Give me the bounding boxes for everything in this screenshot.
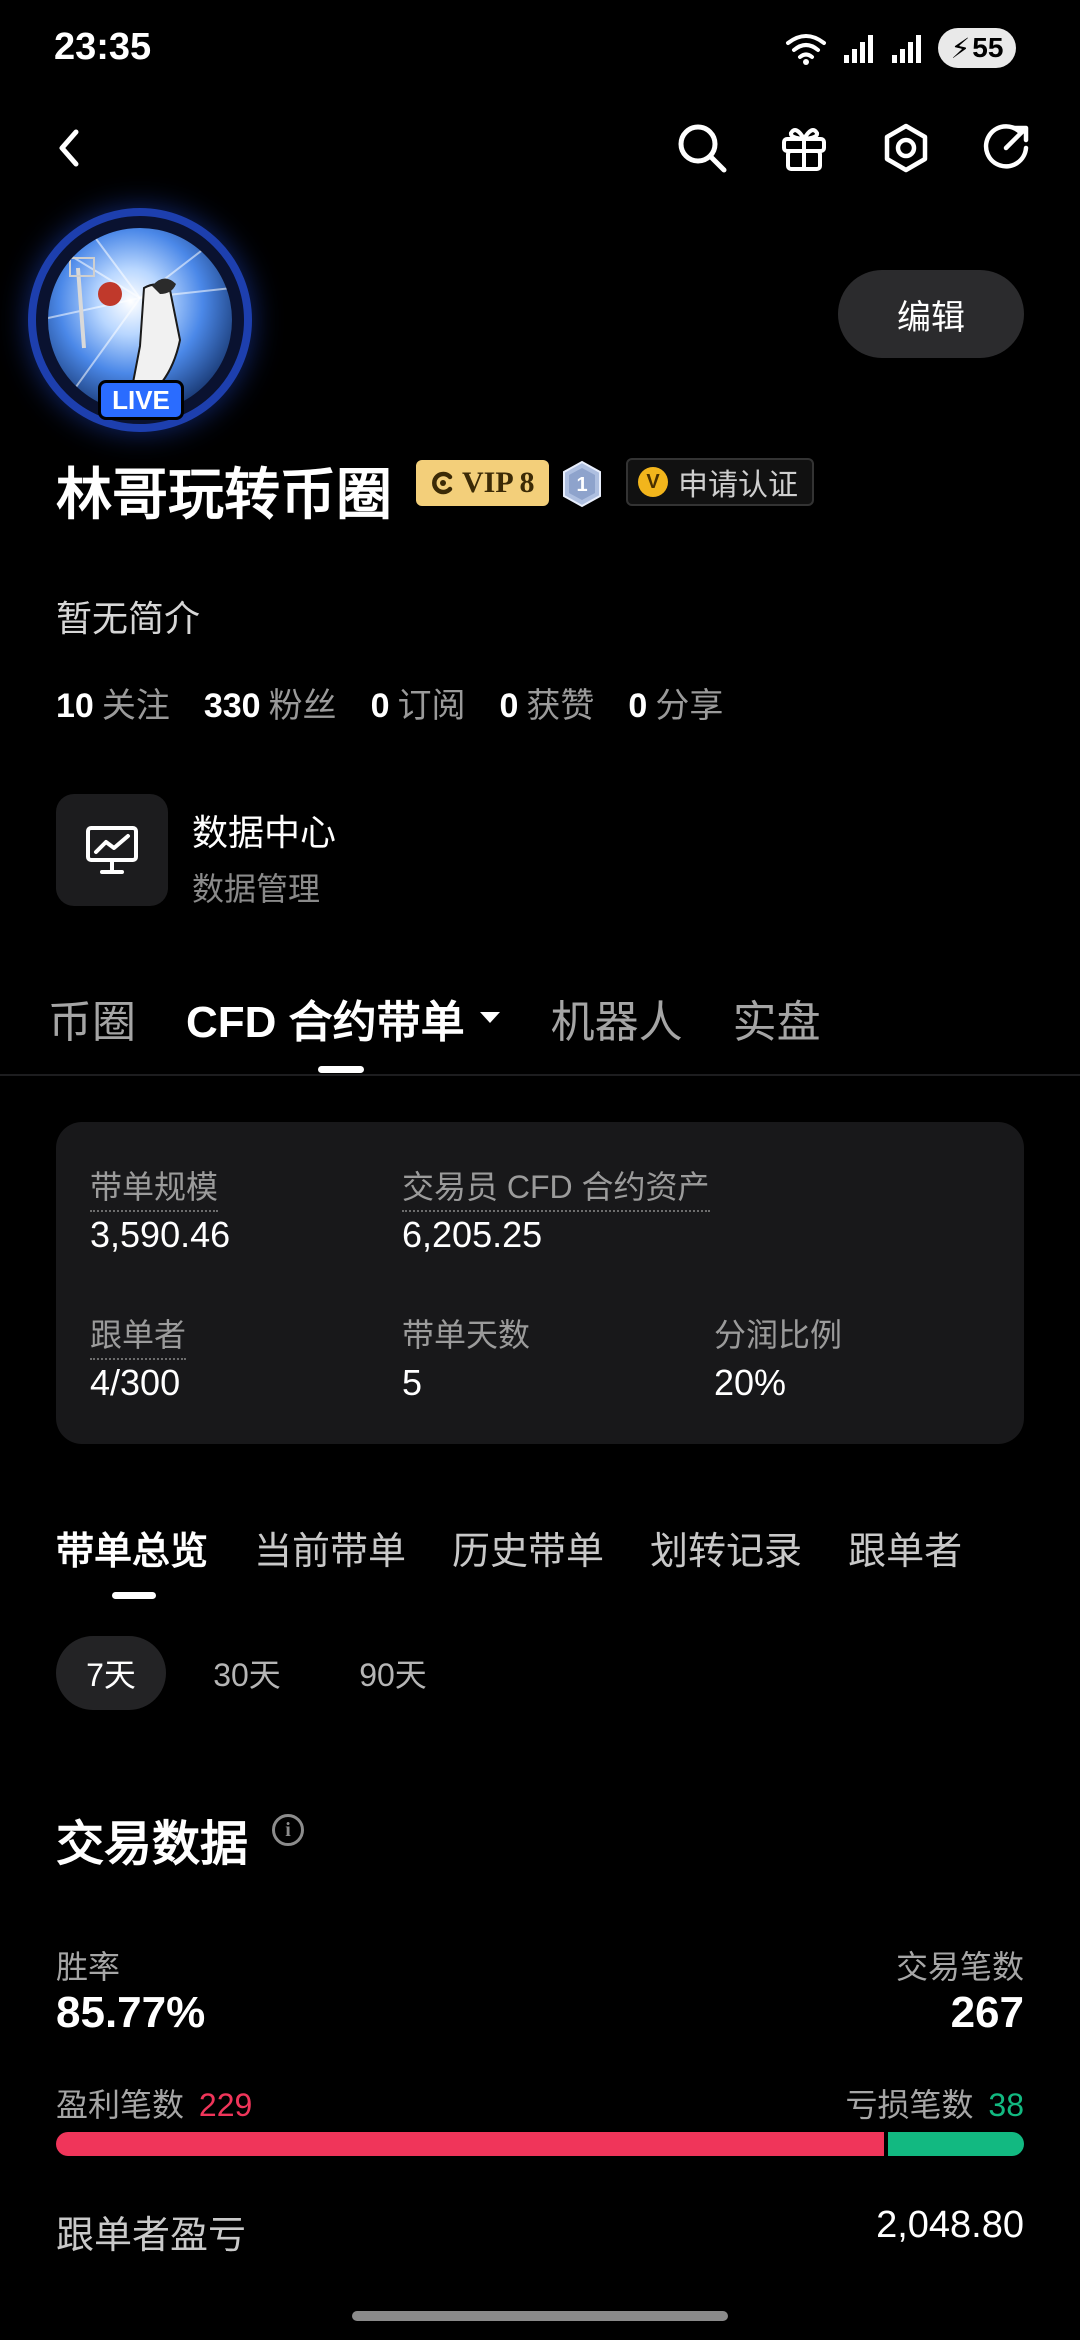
share-icon bbox=[983, 124, 1029, 169]
caret-down-icon bbox=[479, 1012, 500, 1023]
subtab-transfers[interactable]: 划转记录 bbox=[650, 1520, 802, 1575]
win-rate-value: 85.77% bbox=[56, 1988, 206, 2037]
data-center-subtitle: 数据管理 bbox=[192, 871, 321, 907]
signal-icon-1 bbox=[844, 35, 873, 63]
live-badge: LIVE bbox=[98, 380, 184, 420]
profit-count-value: 229 bbox=[198, 2087, 253, 2123]
profit-share-value: 20% bbox=[714, 1362, 787, 1403]
gift-button[interactable] bbox=[774, 118, 834, 178]
wifi-icon bbox=[786, 34, 826, 65]
tab-coin-circle[interactable]: 币圈 bbox=[48, 986, 136, 1050]
loss-ratio-bar bbox=[888, 2132, 1024, 2156]
period-7d[interactable]: 7天 bbox=[56, 1636, 166, 1710]
vip-c-icon bbox=[432, 471, 453, 495]
subtab-current[interactable]: 当前带单 bbox=[254, 1520, 406, 1575]
home-indicator[interactable] bbox=[352, 2311, 728, 2321]
sub-tabs: 带单总览 当前带单 历史带单 划转记录 跟单者 bbox=[56, 1520, 1008, 1575]
edit-button[interactable]: 编辑 bbox=[838, 270, 1024, 358]
info-icon[interactable]: i bbox=[272, 1814, 304, 1846]
stat-fans[interactable]: 330 粉丝 bbox=[204, 678, 337, 727]
verify-label: 申请认证 bbox=[678, 469, 798, 502]
vip-badge[interactable]: VIP 8 bbox=[416, 460, 549, 506]
back-button[interactable] bbox=[40, 118, 100, 178]
verify-button[interactable]: V 申请认证 bbox=[626, 458, 814, 506]
trading-data-title: 交易数据 bbox=[56, 1818, 249, 1871]
follower-pnl-value: 2,048.80 bbox=[876, 2204, 1024, 2246]
win-rate-label: 胜率 bbox=[56, 1949, 121, 1985]
scale-label[interactable]: 带单规模 bbox=[90, 1162, 219, 1212]
gift-icon bbox=[782, 128, 826, 171]
subtab-history[interactable]: 历史带单 bbox=[452, 1520, 604, 1575]
chevron-left-icon bbox=[59, 129, 79, 167]
bio-text: 暂无简介 bbox=[56, 598, 201, 639]
verified-v-icon: V bbox=[638, 467, 668, 497]
monitor-chart-icon bbox=[86, 826, 138, 874]
stat-following[interactable]: 10 关注 bbox=[56, 678, 170, 727]
data-center-button[interactable] bbox=[56, 794, 168, 906]
search-button[interactable] bbox=[672, 118, 732, 178]
tab-divider bbox=[0, 1074, 1080, 1076]
loss-count-row: 亏损笔数 38 bbox=[846, 2080, 1025, 2126]
follower-pnl-label: 跟单者盈亏 bbox=[56, 2215, 247, 2257]
stats-row: 10 关注 330 粉丝 0 订阅 0 获赞 0 分享 bbox=[56, 678, 723, 727]
profit-ratio-bar bbox=[56, 2132, 884, 2156]
sub-tab-indicator bbox=[112, 1592, 156, 1599]
trades-label: 交易笔数 bbox=[895, 1949, 1024, 1985]
tab-robot[interactable]: 机器人 bbox=[551, 986, 683, 1050]
subtab-followers[interactable]: 跟单者 bbox=[848, 1520, 962, 1575]
stat-subscriptions[interactable]: 0 订阅 bbox=[371, 678, 466, 727]
status-time: 23:35 bbox=[54, 26, 152, 68]
loss-count-label: 亏损笔数 bbox=[845, 2087, 974, 2123]
assets-label[interactable]: 交易员 CFD 合约资产 bbox=[402, 1162, 710, 1212]
charging-icon: ⚡ bbox=[950, 32, 971, 64]
profile-name: 林哥玩转币圈 bbox=[56, 463, 392, 526]
data-center-title[interactable]: 数据中心 bbox=[192, 804, 336, 856]
signal-icon-2 bbox=[892, 35, 921, 63]
profit-count-label: 盈利笔数 bbox=[56, 2087, 185, 2123]
scale-value: 3,590.46 bbox=[90, 1214, 231, 1255]
followers-value: 4/300 bbox=[90, 1362, 181, 1403]
profit-share-label: 分润比例 bbox=[714, 1317, 843, 1353]
assets-value: 6,205.25 bbox=[402, 1214, 543, 1255]
status-icons: ⚡ 55 bbox=[784, 28, 1016, 68]
period-90d[interactable]: 90天 bbox=[336, 1636, 450, 1710]
level-badge[interactable]: 1 bbox=[560, 460, 604, 508]
tab-live-trading[interactable]: 实盘 bbox=[733, 986, 821, 1050]
battery-indicator: ⚡ 55 bbox=[938, 28, 1016, 68]
main-tabs: 币圈 CFD 合约带单 机器人 实盘 bbox=[48, 986, 871, 1050]
stat-shares[interactable]: 0 分享 bbox=[628, 678, 723, 727]
loss-count-value: 38 bbox=[988, 2087, 1024, 2123]
profit-count-row: 盈利笔数 229 bbox=[56, 2080, 252, 2126]
settings-button[interactable] bbox=[876, 118, 936, 178]
search-icon bbox=[678, 124, 727, 173]
share-button[interactable] bbox=[976, 118, 1036, 178]
vip-label: VIP 8 bbox=[462, 466, 535, 499]
trades-value: 267 bbox=[950, 1988, 1024, 2037]
days-label: 带单天数 bbox=[402, 1317, 531, 1353]
hexagon-settings-icon bbox=[884, 123, 928, 173]
stat-likes[interactable]: 0 获赞 bbox=[499, 678, 594, 727]
main-tab-indicator bbox=[318, 1066, 364, 1073]
subtab-overview[interactable]: 带单总览 bbox=[56, 1520, 208, 1575]
level-number: 1 bbox=[576, 474, 587, 496]
days-value: 5 bbox=[402, 1362, 423, 1403]
tab-cfd-copy-trading[interactable]: CFD 合约带单 bbox=[186, 986, 501, 1050]
period-30d[interactable]: 30天 bbox=[190, 1636, 304, 1710]
followers-label[interactable]: 跟单者 bbox=[90, 1310, 187, 1360]
